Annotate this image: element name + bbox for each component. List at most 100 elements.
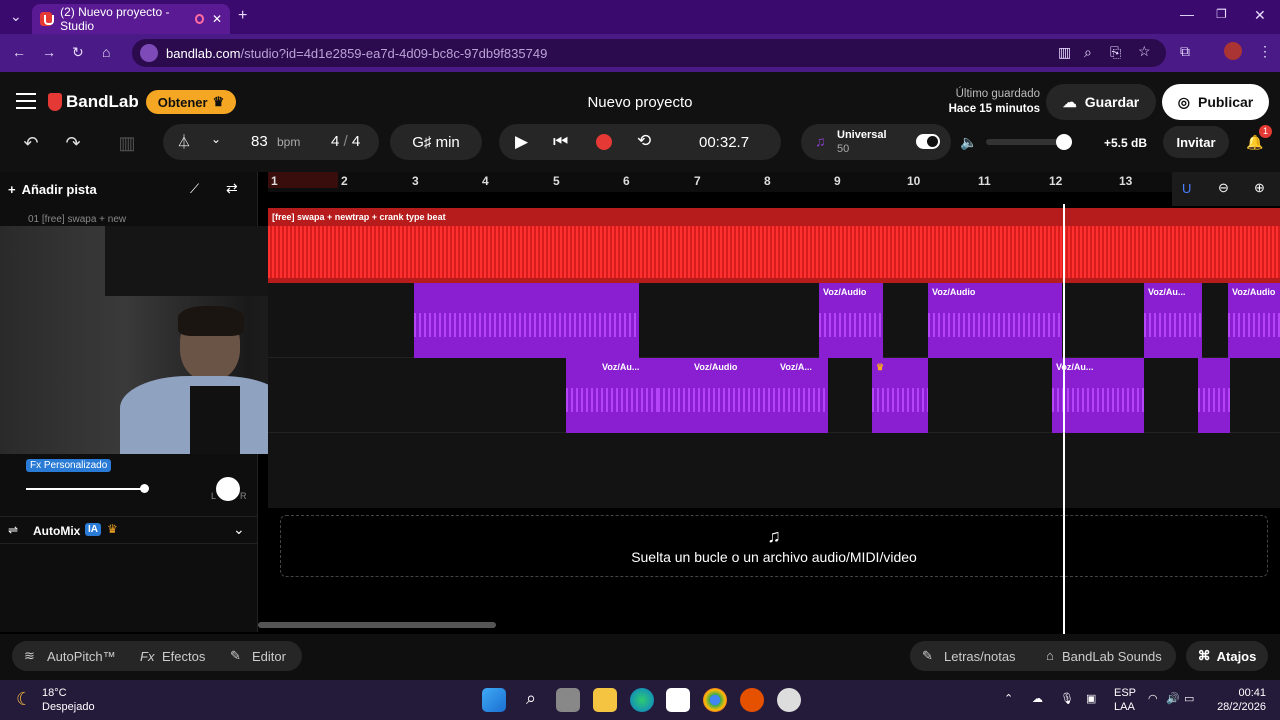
extensions-icon[interactable]: ⧉ [1180,43,1190,60]
keyboard-layout[interactable]: LAA [1114,701,1135,713]
voice-clip[interactable]: Voz/Audio [819,283,883,358]
zoom-out-icon[interactable]: ⊖ [1218,180,1229,196]
maximize-icon[interactable]: ❐ [1216,7,1227,21]
project-title[interactable]: Nuevo proyecto [540,94,740,111]
undo-icon[interactable]: ↶ [20,132,42,154]
autopitch-button[interactable]: AutoPitch™ [47,649,116,664]
chevron-up-icon[interactable]: ⌃ [1004,692,1013,705]
weather-temp[interactable]: 18°C [42,687,67,699]
automix-row[interactable]: ⇌ AutoMix IA ♛ ⌄ [0,516,258,544]
voice-clip[interactable]: Voz/Audio [928,283,1062,358]
new-tab-icon[interactable]: + [238,7,247,25]
store-icon[interactable] [666,688,690,712]
voice-clip[interactable]: Voz/A... [758,358,828,433]
master-volume-knob[interactable] [1056,134,1072,150]
snap-magnet-icon[interactable]: U [1182,181,1191,196]
save-button[interactable]: ☁ Guardar [1046,84,1156,120]
voice-clip[interactable] [414,283,639,358]
key-selector[interactable]: G♯ min [390,124,482,160]
home-icon[interactable]: ⌂ [102,44,110,60]
ea-app-icon[interactable] [740,688,764,712]
chrome-icon[interactable] [703,688,727,712]
bandlab-logo[interactable]: BandLab [48,92,139,112]
bandlab-sounds-button[interactable]: BandLab Sounds [1062,649,1162,664]
battery-icon[interactable]: ▭ [1184,692,1194,705]
track1-clip[interactable]: [free] swapa + newtrap + crank type beat [268,208,1280,283]
piano-keys-icon[interactable]: ▥ [116,132,138,154]
metronome-toggle[interactable] [916,134,940,149]
close-window-icon[interactable]: ✕ [1254,7,1266,24]
windows-start-icon[interactable] [482,688,506,712]
zoom-in-icon[interactable]: ⊕ [1254,180,1265,196]
smart-tools-icon[interactable]: ⟋ [190,181,199,197]
timeline-ruler[interactable]: 1 2 3 4 5 6 7 8 9 10 11 12 13 [268,172,1280,192]
tab-search-icon[interactable]: ⌄ [10,8,22,25]
time-signature[interactable]: 4 / 4 [331,133,360,150]
browser-tab[interactable]: (2) Nuevo proyecto - Studio ✕ [32,4,230,34]
publish-button[interactable]: ◎ Publicar [1162,84,1269,120]
voice-clip[interactable]: Voz/Au... [1052,358,1144,433]
metronome-icon[interactable]: ⏃ [177,132,191,152]
horizontal-scrollbar[interactable] [258,622,496,628]
voice-clip[interactable]: Voz/Audio [658,358,758,433]
track1-label[interactable]: 01 [free] swapa + new [28,214,126,225]
chrome-menu-icon[interactable]: ⋮ [1258,43,1272,60]
cast-icon[interactable]: ⎘ [1110,44,1121,61]
master-volume-slider[interactable] [986,139,1064,145]
bpm-value[interactable]: 83 [251,133,268,150]
edge-icon[interactable] [630,688,654,712]
site-info-icon[interactable] [140,44,158,62]
zoom-icon[interactable]: ⌕ [1084,44,1092,61]
shortcuts-button[interactable]: ⌘ Atajos [1186,641,1268,671]
search-icon[interactable]: ⌕ [519,688,543,712]
skip-to-start-icon[interactable]: ⏮ [553,132,568,152]
invite-button[interactable]: Invitar [1163,126,1229,158]
back-icon[interactable]: ← [12,44,26,60]
record-icon[interactable] [596,134,612,150]
language-code[interactable]: ESP [1114,687,1136,699]
voice-clip[interactable]: Voz/Au... [1144,283,1202,358]
camera-icon[interactable]: ▣ [1086,692,1096,705]
clock-time[interactable]: 00:41 [1206,687,1266,699]
redo-icon[interactable]: ↷ [62,132,84,154]
chevron-down-icon[interactable]: ⌄ [233,521,245,538]
track-volume-slider[interactable] [26,488,144,490]
track-volume-knob[interactable] [140,484,149,493]
voice-clip[interactable] [1198,358,1230,433]
lyrics-button[interactable]: Letras/notas [944,649,1016,664]
instrument-preset[interactable]: ♫ Universal 50 [801,124,951,160]
clock-date[interactable]: 28/2/2026 [1206,701,1266,713]
bookmark-star-icon[interactable]: ☆ [1138,43,1151,60]
effects-button[interactable]: Efectos [162,649,205,664]
app-icon[interactable] [777,688,801,712]
weather-desc[interactable]: Despejado [42,701,95,713]
cloud-icon[interactable]: ☁ [1032,692,1043,705]
reading-mode-icon[interactable]: ▥ [1058,44,1071,61]
editor-button[interactable]: Editor [252,649,286,664]
pan-knob[interactable] [216,477,240,501]
chevron-down-icon[interactable]: ⌄ [211,132,221,146]
forward-icon[interactable]: → [42,44,56,60]
track-settings-icon[interactable]: ⇄ [226,180,238,197]
volume-icon[interactable]: 🔈 [960,134,977,151]
fx-preset-badge[interactable]: Fx Personalizado [26,459,112,472]
loop-region[interactable] [268,172,338,188]
minimize-icon[interactable]: — [1180,6,1194,22]
loop-icon[interactable]: ⟲ [637,131,651,151]
reload-icon[interactable]: ↻ [72,44,84,61]
wifi-icon[interactable]: ◠ [1148,692,1158,705]
add-track-button[interactable]: + Añadir pista [8,176,118,202]
close-tab-icon[interactable]: ✕ [212,12,222,26]
file-explorer-icon[interactable] [593,688,617,712]
microphone-icon[interactable]: 🎙 [1060,692,1074,705]
play-icon[interactable]: ▶ [515,132,528,152]
address-bar[interactable]: bandlab.com/studio?id=4d1e2859-ea7d-4d09… [132,39,1166,67]
task-view-icon[interactable] [556,688,580,712]
profile-avatar[interactable] [1224,42,1242,60]
drop-zone[interactable]: ♫ Suelta un bucle o un archivo audio/MID… [280,515,1268,577]
get-membership-button[interactable]: Obtener ♛ [146,90,236,114]
volume-icon[interactable]: 🔊 [1166,692,1180,705]
voice-clip[interactable]: Voz/Audio [1228,283,1280,358]
voice-clip[interactable]: Voz/Au... [566,358,658,433]
hamburger-menu-icon[interactable] [16,93,36,109]
